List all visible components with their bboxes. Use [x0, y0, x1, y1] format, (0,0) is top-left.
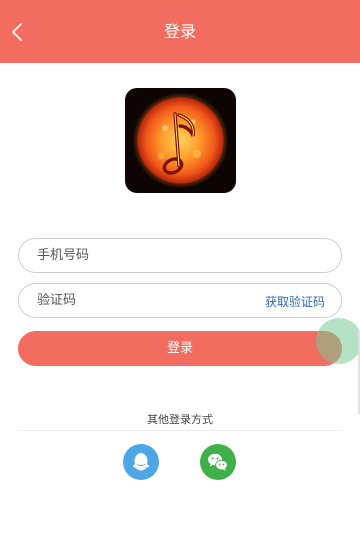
verification-code-field[interactable]: 获取验证码	[18, 283, 342, 318]
phone-field[interactable]	[18, 238, 342, 273]
verification-code-input[interactable]	[37, 284, 257, 317]
wechat-icon	[208, 453, 228, 471]
header-bar: 登录	[0, 0, 360, 63]
page-title: 登录	[163, 22, 196, 41]
qq-icon	[133, 453, 149, 471]
wechat-login-button[interactable]	[200, 444, 236, 480]
phone-input[interactable]	[37, 239, 257, 272]
other-login-label: 其他登录方式	[147, 413, 213, 426]
get-code-link[interactable]: 获取验证码	[265, 293, 325, 310]
login-button[interactable]: 登录	[18, 331, 342, 366]
qq-login-button[interactable]	[123, 444, 159, 480]
divider	[18, 430, 342, 431]
app-logo	[125, 88, 236, 193]
touch-indicator	[316, 318, 360, 364]
music-note-sun-logo	[132, 92, 229, 189]
